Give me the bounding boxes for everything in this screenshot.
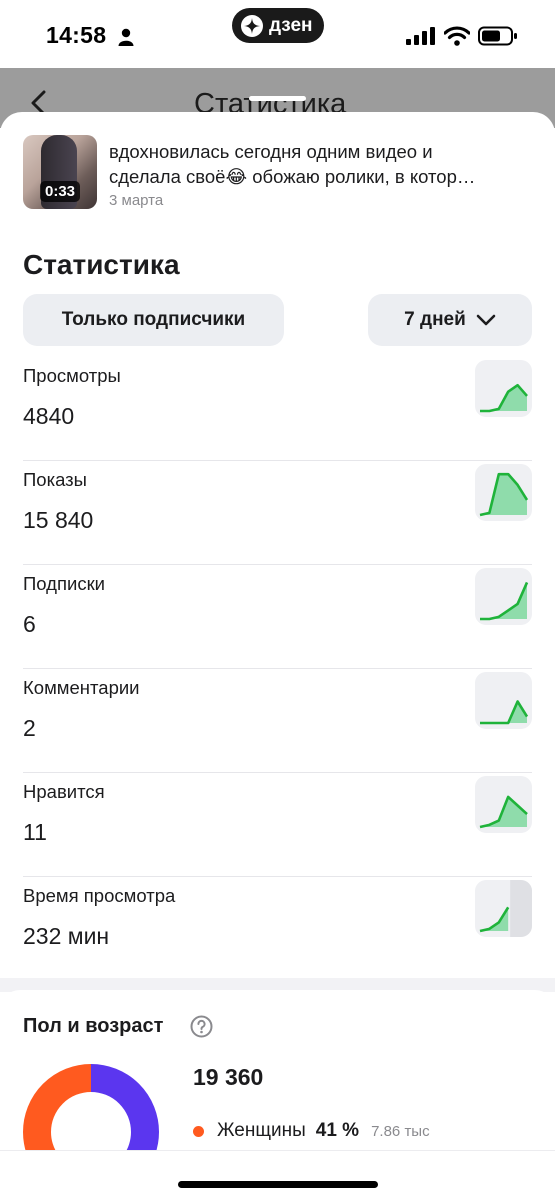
sheet-grabber[interactable]	[249, 96, 306, 101]
post-preview[interactable]: 0:33 вдохновилась сегодня одним видео и …	[23, 135, 533, 211]
metric-label: Нравится	[23, 781, 105, 802]
metric-label: Показы	[23, 469, 87, 490]
metric-row-subscriptions[interactable]: Подписки 6	[23, 565, 532, 669]
section-title: Статистика	[23, 249, 180, 280]
post-description: вдохновилась сегодня одним видео и сдела…	[109, 139, 529, 189]
legend-label: Женщины	[217, 1120, 306, 1141]
sparkline-svg	[480, 383, 528, 413]
subscribers-only-label: Только подписчики	[61, 309, 246, 330]
dzen-pill-label: дзен	[269, 14, 313, 36]
sparkline-subscriptions	[475, 568, 532, 625]
metric-value: 11	[23, 819, 47, 845]
battery-icon	[478, 26, 517, 46]
cellular-signal-icon	[406, 27, 435, 45]
video-thumbnail[interactable]: 0:33	[23, 135, 97, 209]
sparkline-svg	[479, 472, 529, 517]
sparkline-svg	[479, 880, 532, 937]
dzen-pill[interactable]: дзен	[232, 8, 324, 43]
metric-row-comments[interactable]: Комментарии 2	[23, 669, 532, 773]
sparkline-likes	[475, 776, 532, 833]
status-time: 14:58	[46, 22, 107, 48]
metric-label: Время просмотра	[23, 885, 176, 906]
metric-row-likes[interactable]: Нравится 11	[23, 773, 532, 877]
post-date: 3 марта	[109, 192, 164, 209]
gender-age-title: Пол и возраст	[23, 1015, 164, 1037]
metric-row-views[interactable]: Просмотры 4840	[23, 357, 532, 461]
status-bar: 14:58 дзен	[0, 0, 555, 68]
audience-total: 19 360	[193, 1064, 264, 1090]
dzen-logo-icon	[241, 14, 263, 37]
sparkline-comments	[475, 672, 532, 729]
period-label: 7 дней	[404, 309, 466, 330]
legend-absolute: 7.86 тыс	[371, 1122, 430, 1140]
wifi-icon	[444, 26, 470, 46]
sparkline-views	[475, 360, 532, 417]
metric-value: 2	[23, 715, 36, 741]
video-duration: 0:33	[40, 181, 81, 202]
statistics-sheet: 0:33 вдохновилась сегодня одним видео и …	[0, 112, 555, 1200]
sparkline-area	[480, 907, 509, 931]
sparkline-future-area	[510, 880, 532, 937]
metric-value: 4840	[23, 403, 75, 429]
metric-row-impressions[interactable]: Показы 15 840	[23, 461, 532, 565]
metric-value: 6	[23, 611, 36, 637]
metric-label: Подписки	[23, 573, 106, 594]
help-icon[interactable]	[190, 1015, 213, 1038]
sparkline-svg	[479, 795, 528, 829]
post-text-line: сделала своё😂 обожаю ролики, в котор…	[109, 166, 476, 187]
sparkline-area	[480, 474, 527, 515]
post-text-line: вдохновилась сегодня одним видео и	[109, 141, 433, 162]
home-indicator[interactable]	[178, 1181, 378, 1188]
legend-item-women: Женщины 41 % 7.86 тыс	[193, 1120, 430, 1142]
bottom-bar	[0, 1150, 555, 1200]
sparkline-svg	[480, 700, 529, 725]
metric-row-watch-time[interactable]: Время просмотра 232 мин	[23, 877, 532, 981]
metric-label: Просмотры	[23, 365, 121, 386]
sparkline-impressions	[475, 464, 532, 521]
chevron-down-icon	[476, 314, 496, 326]
metric-value: 15 840	[23, 507, 94, 533]
person-icon	[118, 28, 134, 46]
legend-percent: 41 %	[315, 1120, 360, 1141]
sparkline-svg	[480, 581, 529, 621]
sparkline-watch-time	[475, 880, 532, 937]
legend-dot	[193, 1125, 204, 1137]
metric-label: Комментарии	[23, 677, 140, 698]
subscribers-only-button[interactable]: Только подписчики	[23, 294, 284, 346]
metric-value: 232 мин	[23, 923, 110, 949]
period-dropdown[interactable]: 7 дней	[368, 294, 532, 346]
